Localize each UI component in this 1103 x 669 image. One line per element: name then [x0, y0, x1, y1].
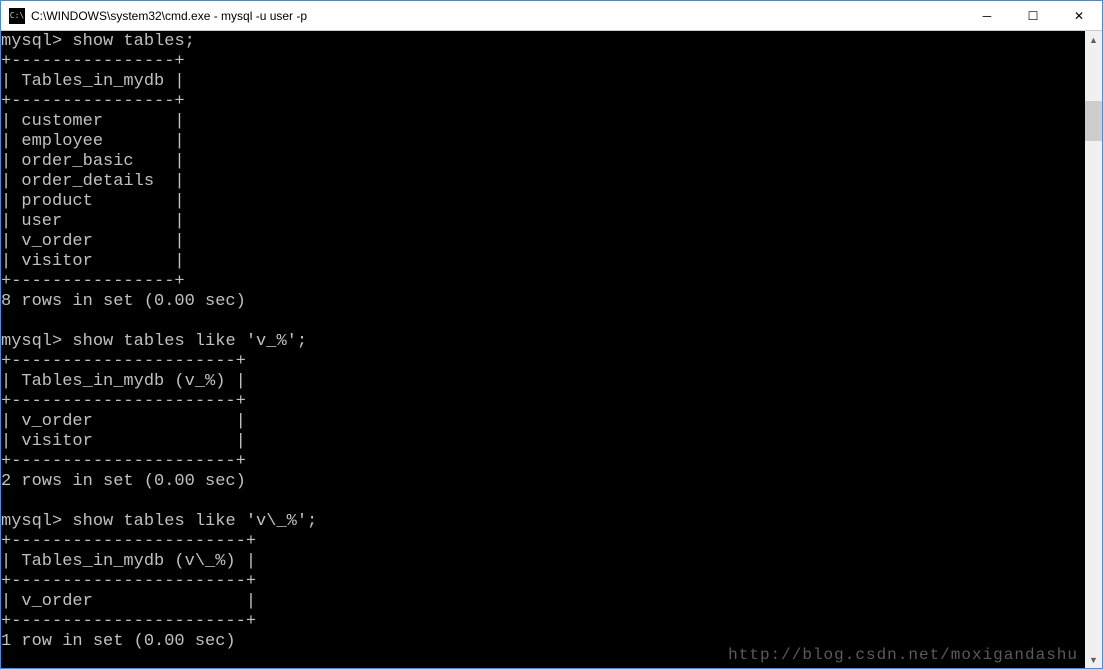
minimize-button[interactable]: ─ — [964, 1, 1010, 30]
cmd-icon: C:\ — [9, 8, 25, 24]
cmd-window: C:\ C:\WINDOWS\system32\cmd.exe - mysql … — [0, 0, 1103, 669]
table1-row-employee: | employee | — [1, 132, 185, 151]
window-title: C:\WINDOWS\system32\cmd.exe - mysql -u u… — [31, 9, 964, 23]
table1-row-customer: | customer | — [1, 112, 185, 131]
table3-row-v_order: | v_order | — [1, 592, 256, 611]
table1-row-user: | user | — [1, 212, 185, 231]
mysql-prompt: mysql> — [1, 32, 62, 51]
table2-header: | Tables_in_mydb (v_%) | — [1, 372, 246, 391]
scroll-up-icon[interactable]: ▲ — [1085, 31, 1102, 48]
table1-header: | Tables_in_mydb | — [1, 72, 185, 91]
scroll-down-icon[interactable]: ▼ — [1085, 651, 1102, 668]
close-button[interactable]: ✕ — [1056, 1, 1102, 30]
table2-row-v_order: | v_order | — [1, 412, 246, 431]
scroll-thumb[interactable] — [1085, 101, 1102, 141]
table1-row-v_order: | v_order | — [1, 232, 185, 251]
table1-row-order_basic: | order_basic | — [1, 152, 185, 171]
table3-sep-top: +-----------------------+ — [1, 532, 256, 551]
titlebar[interactable]: C:\ C:\WINDOWS\system32\cmd.exe - mysql … — [1, 1, 1102, 31]
table1-sep-top: +----------------+ — [1, 52, 185, 71]
table3-sep-mid: +-----------------------+ — [1, 572, 256, 591]
status-2: 2 rows in set (0.00 sec) — [1, 472, 246, 491]
table1-row-visitor: | visitor | — [1, 252, 185, 271]
status-1: 8 rows in set (0.00 sec) — [1, 292, 246, 311]
table1-row-order_details: | order_details | — [1, 172, 185, 191]
table2-sep-bottom: +----------------------+ — [1, 452, 246, 471]
console-area: mysql> show tables; +----------------+ |… — [1, 31, 1102, 668]
command-3: show tables like 'v\_%'; — [72, 512, 317, 531]
command-2: show tables like 'v_%'; — [72, 332, 307, 351]
command-1: show tables; — [72, 32, 194, 51]
table2-sep-mid: +----------------------+ — [1, 392, 246, 411]
table3-sep-bottom: +-----------------------+ — [1, 612, 256, 631]
window-controls: ─ ☐ ✕ — [964, 1, 1102, 30]
mysql-prompt: mysql> — [1, 512, 62, 531]
vertical-scrollbar[interactable]: ▲ ▼ — [1085, 31, 1102, 668]
table2-row-visitor: | visitor | — [1, 432, 246, 451]
table2-sep-top: +----------------------+ — [1, 352, 246, 371]
table1-sep-mid: +----------------+ — [1, 92, 185, 111]
mysql-prompt: mysql> — [1, 332, 62, 351]
console-output[interactable]: mysql> show tables; +----------------+ |… — [1, 31, 1085, 668]
table1-row-product: | product | — [1, 192, 185, 211]
maximize-button[interactable]: ☐ — [1010, 1, 1056, 30]
table3-header: | Tables_in_mydb (v\_%) | — [1, 552, 256, 571]
table1-sep-bottom: +----------------+ — [1, 272, 185, 291]
status-3: 1 row in set (0.00 sec) — [1, 632, 236, 651]
